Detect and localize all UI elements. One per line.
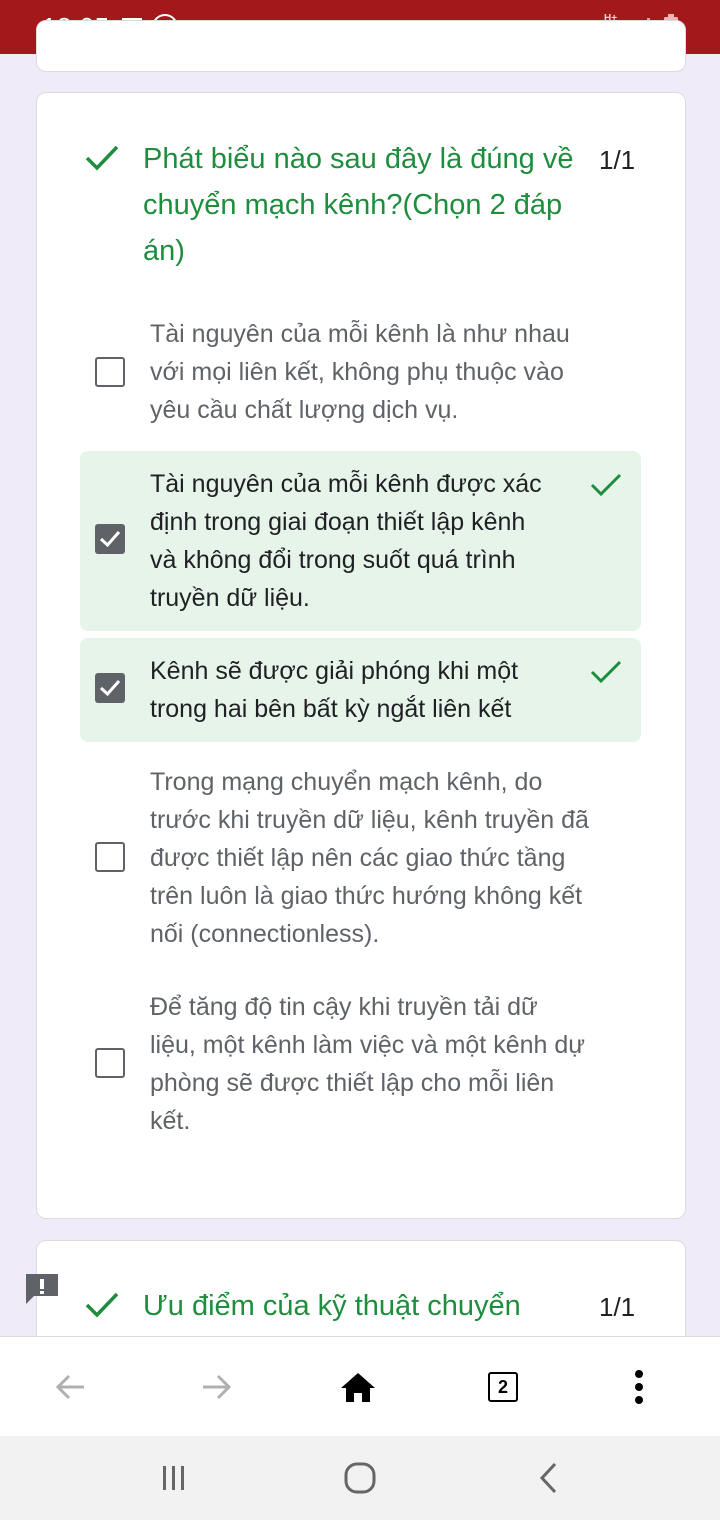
option-text-line: Kênh sẽ được giải phóng khi một (150, 657, 519, 685)
option-text: Kênh sẽ được giải phóng khi một trong ha… (150, 652, 518, 728)
option-text: Để tăng độ tin cậy khi truyền tải dữ liệ… (150, 988, 585, 1140)
question-score: 1/1 (599, 145, 636, 175)
option-text-line: liệu, một kênh làm việc và một kênh dự (150, 1031, 585, 1059)
answer-option-correct[interactable]: Tài nguyên của mỗi kênh được xác định tr… (80, 451, 641, 631)
option-text: Tài nguyên của mỗi kênh là như nhau với … (150, 315, 570, 429)
home-circle-icon (344, 1462, 376, 1494)
home-button[interactable] (313, 1337, 403, 1437)
correct-check-icon (590, 660, 622, 684)
home-icon (341, 1373, 375, 1402)
option-text-line: định trong giai đoạn thiết lập kênh (150, 508, 526, 536)
forward-button[interactable] (172, 1337, 262, 1437)
option-text-line: Trong mạng chuyển mạch kênh, do (150, 768, 543, 796)
option-text: Trong mạng chuyển mạch kênh, do trước kh… (150, 763, 589, 953)
option-text-line: nối (connectionless). (150, 920, 380, 948)
option-text-line: truyền dữ liệu. (150, 584, 310, 612)
question-title: Phát biểu nào sau đây là đúng về chuyển … (143, 136, 603, 274)
previous-question-card (36, 20, 686, 72)
answer-option[interactable]: Trong mạng chuyển mạch kênh, do trước kh… (80, 760, 641, 956)
more-vert-icon (635, 1370, 643, 1404)
answer-option[interactable]: Tài nguyên của mỗi kênh là như nhau với … (80, 312, 641, 436)
option-text-line: trong hai bên bất kỳ ngắt liên kết (150, 695, 512, 723)
recent-apps-button[interactable] (134, 1436, 214, 1520)
option-checkbox-unchecked[interactable] (95, 357, 125, 387)
option-text-line: Tài nguyên của mỗi kênh là như nhau (150, 320, 570, 348)
correct-check-icon (85, 145, 119, 171)
option-text-line: được thiết lập nên các giao thức tầng (150, 844, 566, 872)
system-home-button[interactable] (320, 1436, 400, 1520)
option-text-line: kết. (150, 1107, 191, 1135)
option-text-line: Tài nguyên của mỗi kênh được xác (150, 470, 542, 498)
question-title: Ưu điểm của kỹ thuật chuyển (143, 1290, 521, 1322)
back-arrow-icon (55, 1374, 84, 1400)
system-navigation-bar (0, 1436, 720, 1520)
answer-option[interactable]: Để tăng độ tin cậy khi truyền tải dữ liệ… (80, 985, 641, 1145)
option-text-line: trên luôn là giao thức hướng không kết (150, 882, 583, 910)
option-text-line: và không đổi trong suốt quá trình (150, 546, 516, 574)
option-text-line: với mọi liên kết, không phụ thuộc vào (150, 358, 564, 386)
back-button[interactable] (25, 1337, 115, 1437)
option-text-line: Để tăng độ tin cậy khi truyền tải dữ (150, 993, 538, 1021)
browser-toolbar: 2 (0, 1336, 720, 1437)
option-checkbox-checked[interactable] (95, 673, 125, 703)
answer-option-correct[interactable]: Kênh sẽ được giải phóng khi một trong ha… (80, 638, 641, 742)
option-checkbox-checked[interactable] (95, 524, 125, 554)
more-options-button[interactable] (594, 1337, 684, 1437)
tabs-icon: 2 (488, 1372, 518, 1402)
correct-check-icon (85, 1292, 119, 1318)
system-back-button[interactable] (508, 1436, 588, 1520)
option-text-line: phòng sẽ được thiết lập cho mỗi liên (150, 1069, 555, 1097)
question-title-line: án) (143, 235, 185, 267)
option-text: Tài nguyên của mỗi kênh được xác định tr… (150, 465, 542, 617)
question-score: 1/1 (599, 1292, 636, 1322)
back-chevron-icon (539, 1462, 557, 1494)
question-title-line: chuyển mạch kênh?(Chọn 2 đáp (143, 189, 563, 221)
tabs-button[interactable]: 2 (458, 1337, 548, 1437)
report-feedback-icon[interactable] (24, 1272, 60, 1306)
question-title-line: Phát biểu nào sau đây là đúng về (143, 143, 574, 175)
option-text-line: trước khi truyền dữ liệu, kênh truyền đã (150, 806, 589, 834)
option-checkbox-unchecked[interactable] (95, 842, 125, 872)
correct-check-icon (590, 473, 622, 497)
forward-arrow-icon (203, 1374, 232, 1400)
option-checkbox-unchecked[interactable] (95, 1048, 125, 1078)
recent-apps-icon (163, 1466, 184, 1490)
option-text-line: yêu cầu chất lượng dịch vụ. (150, 396, 459, 424)
